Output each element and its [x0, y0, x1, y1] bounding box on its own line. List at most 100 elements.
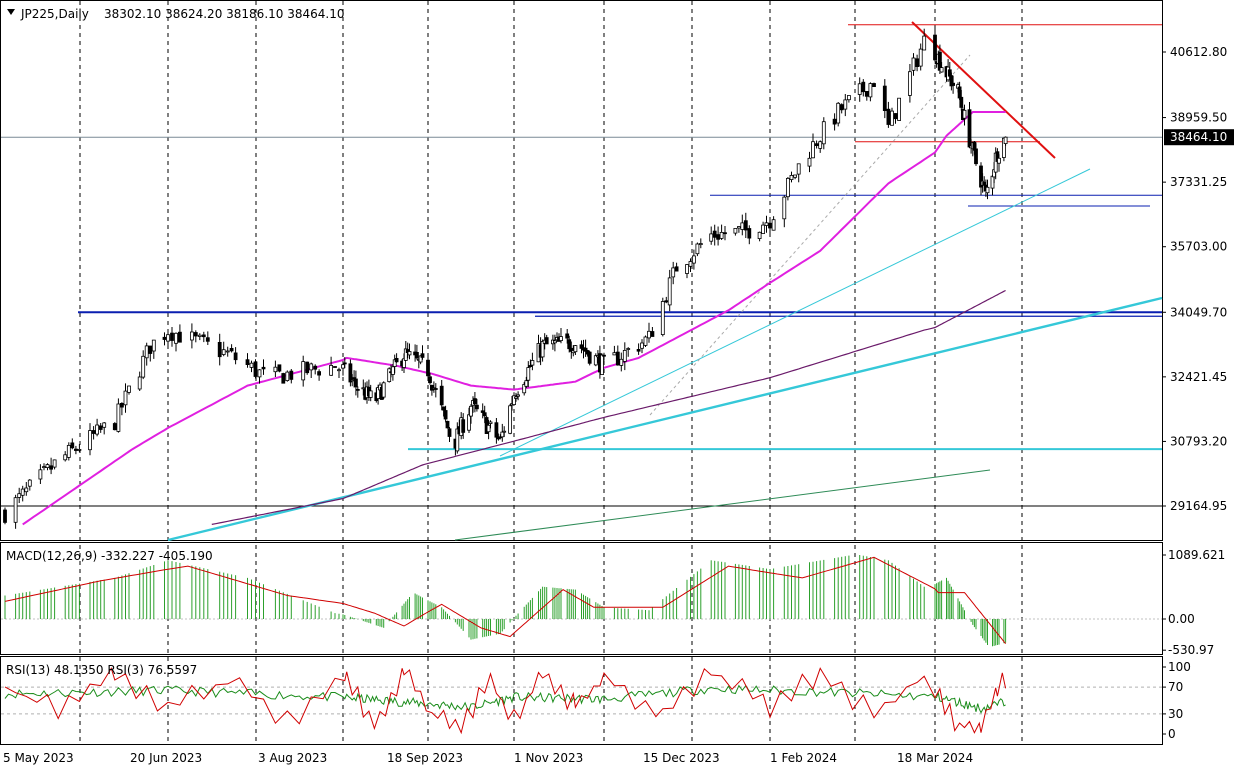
candle — [882, 79, 887, 119]
candle — [285, 370, 290, 382]
candle-body-up — [221, 349, 226, 355]
candle — [579, 340, 584, 354]
rsi-indicator — [1, 667, 1162, 735]
main-panel-frame — [0, 0, 1163, 541]
candle-body-up — [990, 175, 995, 189]
candle — [116, 398, 121, 433]
candle — [137, 371, 142, 391]
candle — [915, 54, 919, 72]
candle-body-up — [737, 226, 741, 229]
price-tick-label: 40612.80 — [1170, 45, 1227, 59]
candle-body-up — [897, 97, 901, 121]
candle-body-up — [922, 35, 927, 51]
candle — [447, 427, 452, 442]
candle-body-down — [967, 109, 972, 148]
candle — [144, 342, 149, 366]
candle — [407, 343, 412, 360]
macd-tick-label: 1089.621 — [1168, 548, 1225, 562]
candle-body-up — [77, 448, 82, 451]
candle-body-up — [102, 422, 107, 428]
price-tick-label: 30793.20 — [1170, 434, 1227, 448]
candle-body-up — [671, 267, 676, 278]
candle-body-up — [488, 421, 493, 424]
candle — [229, 344, 234, 353]
candle — [512, 392, 516, 406]
candle-body-down — [587, 351, 592, 364]
candle-body-down — [839, 104, 844, 111]
candle — [151, 339, 156, 359]
macd-title: MACD(12,26,9) -332.227 -405.190 — [6, 549, 213, 563]
candle — [872, 82, 876, 87]
time-axis-label: 1 Nov 2023 — [514, 751, 583, 765]
candle-body-up — [20, 488, 25, 496]
candle-body-down — [49, 465, 53, 470]
candle — [52, 459, 57, 470]
candle — [747, 225, 752, 245]
candle — [197, 333, 202, 341]
candle — [225, 346, 230, 357]
menu-triangle-icon[interactable] — [7, 9, 15, 15]
candle-body-down — [229, 347, 234, 352]
candle-body-up — [52, 459, 57, 468]
candle-body-up — [847, 95, 851, 101]
candle-body-up — [368, 390, 373, 398]
macd-tick-label: 0.00 — [1168, 612, 1195, 626]
candle-body-down — [482, 412, 487, 417]
candle — [141, 350, 146, 380]
candle-body-up — [151, 339, 156, 352]
candle — [24, 482, 29, 496]
candle-body-up — [144, 345, 149, 359]
candle-body-down — [814, 143, 819, 146]
time-axis-label: 15 Dec 2023 — [643, 751, 720, 765]
candle — [587, 351, 592, 366]
candle-body-up — [622, 349, 627, 362]
candle — [102, 422, 107, 435]
candle-body-down — [982, 181, 987, 186]
candle — [918, 43, 923, 71]
candle — [429, 384, 434, 396]
candle-body-down — [602, 354, 606, 357]
candle-body-up — [514, 396, 518, 399]
candle-body-up — [843, 99, 848, 110]
candle — [387, 367, 392, 383]
candle-body-down — [112, 423, 117, 431]
candle — [530, 352, 535, 371]
candle — [508, 403, 513, 435]
vertical-grid — [79, 1, 1023, 744]
candle-body-down — [959, 96, 964, 108]
candle — [162, 332, 167, 346]
candle-body-down — [861, 81, 866, 93]
candle — [843, 94, 848, 117]
candle-body-down — [305, 361, 310, 374]
candle — [712, 224, 717, 246]
candle-body-down — [233, 352, 238, 361]
time-axis-label: 5 May 2023 — [3, 751, 74, 765]
candle-body-down — [872, 83, 876, 87]
candle-body-up — [811, 141, 815, 159]
candle-body-down — [439, 385, 444, 406]
candle — [261, 359, 266, 375]
candle — [189, 323, 194, 349]
candle-body-up — [467, 414, 471, 431]
candle-body-down — [91, 430, 96, 434]
candle-body-up — [692, 255, 696, 264]
candle-body-up — [667, 277, 672, 306]
candle — [20, 485, 25, 502]
candle — [166, 332, 170, 346]
candle — [273, 360, 278, 377]
candle — [695, 242, 700, 257]
candle — [832, 113, 837, 131]
candle — [692, 249, 696, 270]
candle — [836, 102, 841, 127]
candle-body-up — [66, 444, 71, 458]
candle — [333, 366, 337, 368]
candle-body-down — [650, 331, 655, 337]
candle-body-down — [205, 337, 210, 342]
candle-body-down — [120, 402, 124, 408]
candle — [908, 64, 912, 103]
trend-line-green — [454, 469, 991, 541]
candle-body-down — [832, 118, 837, 125]
macd-signal-line — [4, 556, 1006, 645]
candle — [559, 328, 563, 344]
candle-body-down — [743, 220, 748, 231]
